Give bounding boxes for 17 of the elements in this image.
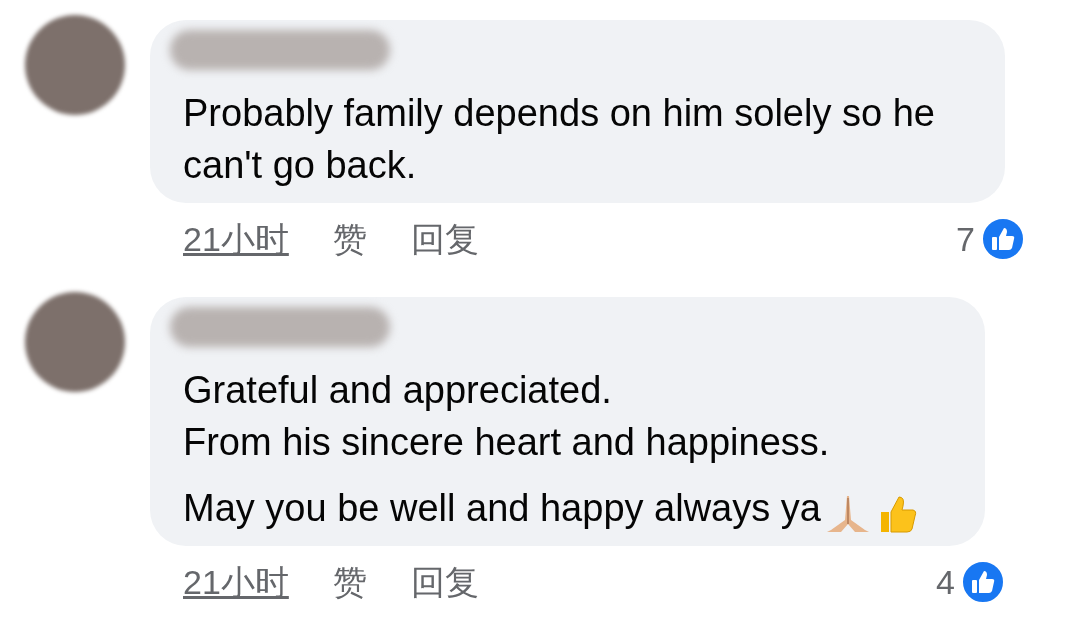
reaction-count: 4: [936, 561, 955, 603]
timestamp-link[interactable]: 21小时: [183, 556, 289, 608]
comment-text: Probably family depends on him solely so he: [183, 91, 935, 136]
reply-button[interactable]: 回复: [410, 213, 479, 265]
like-reaction-icon: [981, 217, 1025, 261]
avatar[interactable]: [25, 292, 125, 392]
comment-text: can't go back.: [183, 143, 417, 188]
comment-text: Grateful and appreciated.: [183, 368, 612, 413]
timestamp-link[interactable]: 21小时: [183, 213, 289, 265]
reaction-count: 7: [956, 218, 975, 260]
like-button[interactable]: 赞: [332, 556, 367, 608]
avatar[interactable]: [25, 15, 125, 115]
comment-text: May you be well and happy always ya: [183, 486, 821, 531]
comment-text: From his sincere heart and happiness.: [183, 420, 830, 465]
reply-button[interactable]: 回复: [410, 556, 479, 608]
like-button[interactable]: 赞: [332, 213, 367, 265]
like-reaction-icon: [961, 560, 1005, 604]
